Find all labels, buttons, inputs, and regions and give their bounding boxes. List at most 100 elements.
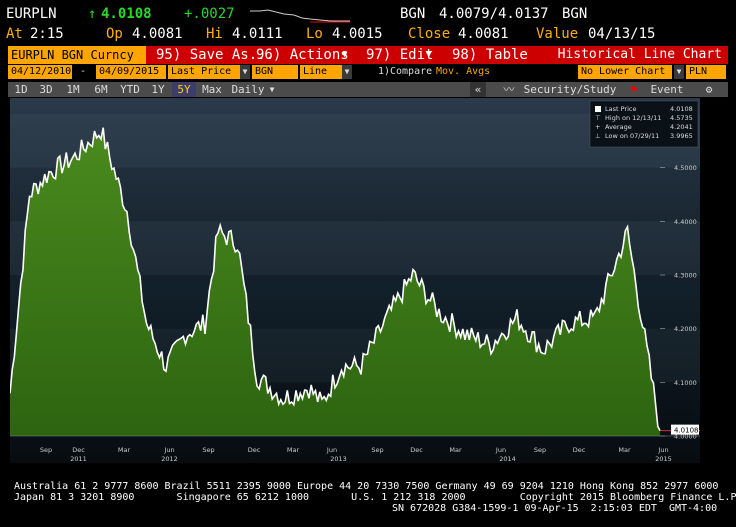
footer-contacts-line-1: Australia 61 2 9777 8600 Brazil 5511 239…	[14, 481, 719, 492]
security-field[interactable]: EURPLN BGN Curncy	[8, 46, 146, 64]
average-marker-icon: +	[595, 123, 600, 131]
y-tick-label: 4.4000	[674, 218, 697, 226]
x-month-label: Dec	[573, 446, 586, 454]
x-month-label: Jun	[163, 446, 174, 454]
period-1y[interactable]: 1Y	[146, 82, 170, 97]
low-label: Lo	[306, 26, 323, 42]
table-button[interactable]: 98) Table	[452, 46, 528, 64]
price-change: +.0027	[184, 6, 235, 22]
x-month-label: Mar	[118, 446, 131, 454]
start-date-field[interactable]: 04/12/2010	[8, 65, 72, 79]
scroll-left-icon[interactable]: «	[470, 82, 486, 97]
last-price-swatch-icon	[595, 106, 601, 112]
y-tick-label: 4.2000	[674, 325, 697, 333]
lower-chart-selector[interactable]: No Lower Chart	[578, 65, 672, 79]
field-selector[interactable]: Last Price	[168, 65, 240, 79]
x-month-label: Sep	[534, 446, 546, 454]
mov-avgs-button[interactable]: Mov. Avgs	[436, 65, 490, 79]
compare-button[interactable]: Compare	[390, 65, 432, 79]
y-tick-label: 4.1000	[674, 379, 697, 387]
chart-controls: 04/12/2010 - 04/09/2015 Last Price ▼ BGN…	[8, 65, 728, 80]
edit-dropdown-icon[interactable]: ▼	[426, 46, 431, 64]
x-month-label: Sep	[202, 446, 214, 454]
value-date: 04/13/15	[588, 26, 656, 42]
source-bgn: BGN	[400, 6, 426, 22]
bid-ask: 4.0079/4.0137	[439, 6, 549, 22]
period-1d[interactable]: 1D	[10, 82, 32, 97]
x-year-label: 2011	[70, 455, 87, 463]
x-year-label: 2012	[161, 455, 178, 463]
actions-button[interactable]: 96) Actions	[256, 46, 349, 64]
event-button[interactable]: Event	[644, 82, 690, 97]
style-dropdown-icon[interactable]: ▼	[342, 65, 352, 79]
period-ytd[interactable]: YTD	[116, 82, 144, 97]
currency-selector[interactable]: PLN	[686, 65, 726, 79]
ticker[interactable]: EURPLN	[6, 6, 57, 22]
value-label: Value	[536, 26, 579, 42]
event-flag-icon: ⚑	[630, 83, 638, 96]
legend-avg-value: 4.2041	[670, 123, 693, 131]
legend-last-value: 4.0108	[670, 105, 693, 113]
period-bar: 1D 3D 1M 6M YTD 1Y 5Y Max Daily ▼ « 〰 Se…	[8, 82, 728, 97]
last-value-label: 4.0108	[674, 427, 699, 435]
footer-timestamp: SN 672028 G384-1599-1 09-Apr-15 2:15:03 …	[392, 503, 718, 514]
y-tick-label: 4.5000	[674, 164, 697, 172]
up-arrow-icon: ↑	[88, 6, 97, 22]
chart-type-title: Historical Line Chart	[557, 47, 722, 62]
price-chart[interactable]: 4.00004.10004.20004.30004.40004.50004.60…	[10, 98, 700, 463]
field-dropdown-icon[interactable]: ▼	[240, 65, 250, 79]
legend-high-value: 4.5735	[670, 114, 693, 122]
period-3d[interactable]: 3D	[34, 82, 58, 97]
lower-chart-dropdown-icon[interactable]: ▼	[674, 65, 684, 79]
x-month-label: Sep	[371, 446, 383, 454]
x-month-label: Mar	[449, 446, 462, 454]
period-6m[interactable]: 6M	[88, 82, 114, 97]
legend-last-label: Last Price	[605, 105, 636, 113]
at-label: At	[6, 26, 23, 42]
quote-header-row-1: EURPLN ↑ 4.0108 +.0027 BGN 4.0079/4.0137…	[0, 6, 736, 26]
compare-number: 1)	[378, 66, 391, 77]
footer-contacts-line-2: Japan 81 3 3201 8900 Singapore 65 6212 1…	[14, 492, 736, 503]
period-5y[interactable]: 5Y	[172, 82, 196, 97]
legend-low-value: 3.9965	[670, 132, 693, 140]
high-value: 4.0111	[232, 26, 283, 42]
low-marker-icon: ⊥	[595, 132, 601, 140]
period-1m[interactable]: 1M	[60, 82, 86, 97]
toolbar: EURPLN BGN Curncy 95) Save As... 96) Act…	[8, 46, 728, 64]
source-bgn-2: BGN	[562, 6, 588, 22]
style-selector[interactable]: Line	[300, 65, 342, 79]
settings-gear-icon[interactable]: ⚙	[702, 82, 716, 97]
x-month-label: Jun	[657, 446, 668, 454]
source-selector[interactable]: BGN	[252, 65, 298, 79]
chart-legend: Last Price 4.0108 ⊤ High on 12/13/11 4.5…	[589, 100, 699, 148]
legend-avg-label: Average	[605, 123, 632, 131]
x-year-label: 2013	[330, 455, 347, 463]
sparkline	[250, 9, 350, 23]
x-month-label: Dec	[410, 446, 423, 454]
high-label: Hi	[206, 26, 223, 42]
x-month-label: Mar	[618, 446, 631, 454]
end-date-field[interactable]: 04/09/2015	[96, 65, 166, 79]
close-label: Close	[408, 26, 451, 42]
edit-button[interactable]: 97) Edit	[366, 46, 433, 64]
quote-header-row-2: At 2:15 Op 4.0081 Hi 4.0111 Lo 4.0015 Cl…	[0, 26, 736, 44]
security-study-button[interactable]: Security/Study	[522, 82, 618, 97]
high-marker-icon: ⊤	[595, 114, 601, 122]
x-month-label: Jun	[495, 446, 506, 454]
low-value: 4.0015	[332, 26, 383, 42]
x-month-label: Mar	[287, 446, 300, 454]
open-label: Op	[106, 26, 123, 42]
legend-low-label: Low on 07/29/11	[605, 132, 659, 140]
x-year-label: 2014	[499, 455, 516, 463]
x-month-label: Sep	[40, 446, 52, 454]
close-value: 4.0081	[458, 26, 509, 42]
x-month-label: Jun	[326, 446, 337, 454]
x-year-label: 2015	[655, 455, 672, 463]
study-chart-icon: 〰	[503, 83, 515, 96]
open-value: 4.0081	[132, 26, 183, 42]
frequency-dropdown-icon[interactable]: ▼	[266, 82, 278, 97]
period-max[interactable]: Max	[198, 82, 226, 97]
last-price: 4.0108	[101, 6, 152, 22]
frequency-selector[interactable]: Daily	[230, 82, 266, 97]
actions-dropdown-icon[interactable]: ▼	[342, 46, 347, 64]
